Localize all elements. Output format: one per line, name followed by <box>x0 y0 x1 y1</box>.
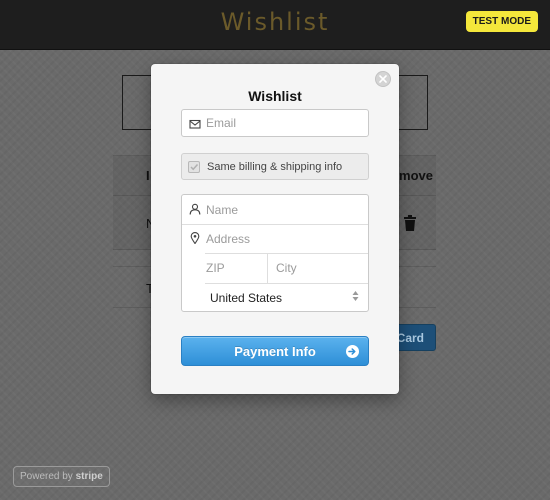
payment-info-button[interactable]: Payment Info <box>181 336 369 366</box>
table-header-remove: move <box>399 168 433 183</box>
trash-icon[interactable] <box>404 215 416 231</box>
email-field-wrapper <box>181 109 369 137</box>
email-field[interactable] <box>206 113 364 133</box>
stripe-brand: stripe <box>75 471 103 482</box>
person-icon <box>189 203 201 215</box>
close-button[interactable] <box>375 71 391 87</box>
zip-city-separator <box>267 254 268 283</box>
modal-title: Wishlist <box>248 88 302 104</box>
payment-info-label: Payment Info <box>234 344 316 359</box>
location-pin-icon <box>190 232 200 244</box>
zip-field[interactable] <box>206 258 262 278</box>
city-field[interactable] <box>276 258 364 278</box>
top-navigation-bar: Wishlist TEST MODE <box>0 0 550 50</box>
close-icon <box>379 75 387 83</box>
powered-by-stripe-badge[interactable]: Powered by stripe <box>13 466 110 487</box>
test-mode-badge: TEST MODE <box>465 11 538 32</box>
address-fields: United States <box>181 194 369 312</box>
select-arrows-icon[interactable] <box>352 290 359 302</box>
envelope-icon <box>189 119 201 129</box>
table-header-left: I <box>146 168 150 183</box>
field-divider <box>182 224 368 225</box>
field-divider <box>205 283 368 284</box>
name-field[interactable] <box>206 200 362 220</box>
checkbox-icon <box>190 163 199 171</box>
add-card-button-label: Card <box>396 331 424 345</box>
arrow-right-icon <box>346 345 359 358</box>
same-billing-checkbox[interactable] <box>188 161 200 173</box>
checkout-modal: Wishlist Same billing & shipping info <box>151 64 399 394</box>
address-field[interactable] <box>206 229 362 249</box>
same-billing-label: Same billing & shipping info <box>207 161 343 173</box>
powered-by-label: Powered by <box>20 471 73 482</box>
country-select[interactable]: United States <box>210 291 282 305</box>
field-divider <box>205 253 368 254</box>
same-billing-shipping-option[interactable]: Same billing & shipping info <box>181 153 369 180</box>
